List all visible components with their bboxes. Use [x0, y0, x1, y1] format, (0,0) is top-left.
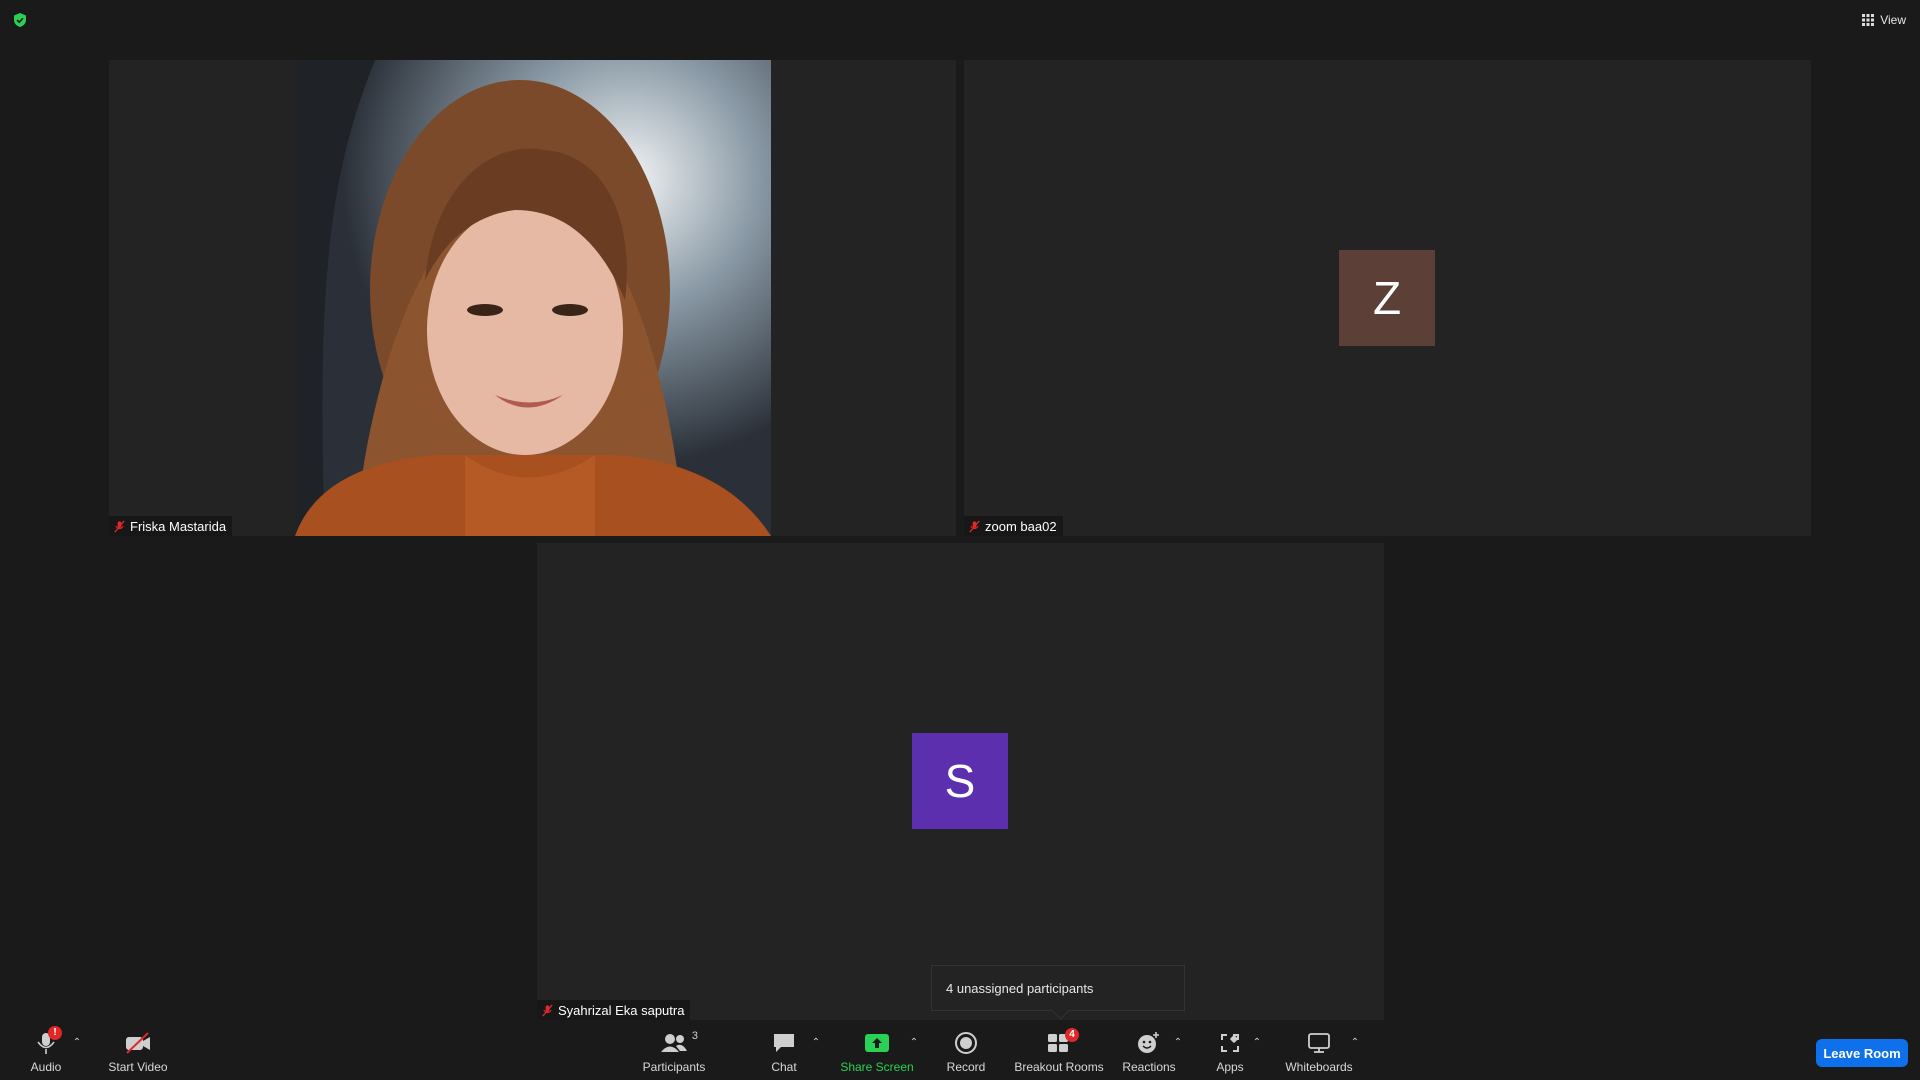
grid-icon [1862, 14, 1875, 26]
leave-room-button[interactable]: Leave Room [1816, 1039, 1908, 1067]
record-button[interactable]: Record [946, 1030, 986, 1078]
start-video-button[interactable]: Start Video [106, 1030, 170, 1078]
participants-button[interactable]: 3 Participants [640, 1030, 708, 1078]
audio-alert-badge: ! [48, 1026, 62, 1040]
participant-name: Syahrizal Eka saputra [558, 1002, 685, 1018]
participant-name: zoom baa02 [985, 518, 1057, 534]
reactions-options-caret[interactable]: ⌃ [1172, 1036, 1184, 1048]
participant-tile[interactable]: Friska Mastarida [109, 60, 956, 536]
breakout-rooms-label: Breakout Rooms [1014, 1060, 1104, 1074]
share-screen-icon [865, 1034, 889, 1052]
start-video-label: Start Video [108, 1060, 168, 1074]
participant-name-label: Syahrizal Eka saputra [537, 1000, 691, 1020]
apps-icon [1221, 1034, 1239, 1052]
reactions-icon [1138, 1032, 1159, 1053]
apps-options-caret[interactable]: ⌃ [1251, 1036, 1263, 1048]
audio-label: Audio [30, 1060, 62, 1074]
participants-label: Participants [642, 1060, 706, 1074]
participant-avatar: Z [1339, 250, 1435, 346]
participants-icon [661, 1034, 687, 1052]
tooltip-text: 4 unassigned participants [946, 980, 1094, 996]
share-screen-button[interactable]: Share Screen [840, 1030, 914, 1078]
muted-mic-icon [969, 520, 980, 532]
audio-button[interactable]: ! Audio [26, 1026, 66, 1078]
whiteboards-options-caret[interactable]: ⌃ [1349, 1036, 1361, 1048]
reactions-label: Reactions [1122, 1060, 1176, 1074]
breakout-tooltip: 4 unassigned participants [931, 965, 1185, 1011]
apps-label: Apps [1216, 1060, 1244, 1074]
breakout-rooms-button[interactable]: 4 Breakout Rooms [1014, 1028, 1104, 1078]
breakout-badge: 4 [1065, 1028, 1079, 1042]
participant-name-label: Friska Mastarida [109, 516, 233, 536]
whiteboard-icon [1308, 1033, 1330, 1053]
avatar-initial: Z [1372, 272, 1402, 324]
audio-options-caret[interactable]: ⌃ [71, 1036, 83, 1048]
muted-mic-icon [542, 1004, 553, 1016]
participant-name-label: zoom baa02 [964, 516, 1063, 536]
chat-label: Chat [771, 1060, 797, 1074]
view-label: View [1880, 13, 1906, 27]
participant-tile[interactable]: S Syahrizal Eka saputra [537, 543, 1384, 1020]
share-options-caret[interactable]: ⌃ [908, 1036, 920, 1048]
apps-button[interactable]: Apps [1212, 1030, 1248, 1078]
meeting-toolbar: ! Audio ⌃ Start Video 3 Participants Cha… [0, 1020, 1920, 1080]
view-button[interactable]: View [1862, 10, 1906, 30]
record-icon [955, 1032, 977, 1054]
video-off-icon [126, 1032, 150, 1054]
chat-icon [774, 1034, 794, 1052]
chat-options-caret[interactable]: ⌃ [810, 1036, 822, 1048]
security-shield-icon[interactable] [12, 12, 28, 28]
participant-avatar: S [912, 733, 1008, 829]
participant-name: Friska Mastarida [130, 518, 227, 534]
reactions-button[interactable]: Reactions [1120, 1030, 1178, 1078]
whiteboards-label: Whiteboards [1285, 1060, 1353, 1074]
whiteboards-button[interactable]: Whiteboards [1284, 1030, 1354, 1078]
share-screen-label: Share Screen [840, 1060, 914, 1074]
participant-tile[interactable]: Z zoom baa02 [964, 60, 1811, 536]
participants-count: 3 [691, 1030, 698, 1042]
participant-video [295, 60, 771, 536]
record-label: Record [946, 1060, 986, 1074]
avatar-initial: S [944, 755, 976, 807]
chat-button[interactable]: Chat [768, 1030, 800, 1078]
muted-mic-icon [114, 520, 125, 532]
